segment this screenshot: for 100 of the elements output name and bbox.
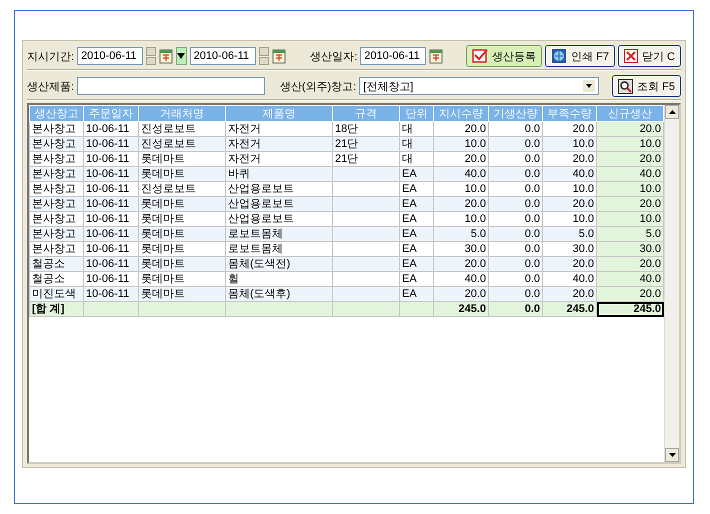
table-cell: 롯데마트 — [138, 166, 226, 182]
table-cell: 10.0 — [434, 212, 488, 226]
table-cell: 10.0 — [596, 182, 664, 196]
warehouse-dropdown[interactable]: [전체창고] — [359, 77, 600, 95]
table-cell: 철공소 — [30, 256, 84, 272]
table-cell — [332, 226, 400, 242]
table-cell: EA — [400, 166, 434, 182]
table-cell: 10-06-11 — [84, 182, 138, 196]
table-cell: 롯데마트 — [138, 272, 226, 286]
table-cell: 20.0 — [542, 286, 596, 302]
table-cell: 20.0 — [542, 152, 596, 166]
table-cell: 0.0 — [488, 272, 542, 286]
table-cell: 자전거 — [226, 122, 332, 136]
table-cell: 10-06-11 — [84, 256, 138, 272]
table-cell: EA — [400, 212, 434, 226]
table-cell: 롯데마트 — [138, 242, 226, 256]
table-cell: 몸체(도색전) — [226, 256, 332, 272]
date-field[interactable]: 2010-06-11 — [77, 47, 144, 65]
table-cell: 10.0 — [434, 136, 488, 152]
table-cell: 자전거 — [226, 136, 332, 152]
table-cell: 20.0 — [542, 196, 596, 212]
table-cell: EA — [400, 242, 434, 256]
search-button[interactable]: 조회 F5 — [612, 75, 681, 97]
total-cell: 245.0 — [434, 302, 488, 316]
table-cell — [332, 166, 400, 182]
table-cell: 본사창고 — [30, 152, 84, 166]
total-cell: 245.0 — [542, 302, 596, 316]
table-cell — [332, 256, 400, 272]
table-cell: 롯데마트 — [138, 196, 226, 212]
table-cell: 20.0 — [434, 122, 488, 136]
table-cell: 0.0 — [488, 136, 542, 152]
table-cell: 0.0 — [488, 152, 542, 166]
date-field[interactable]: 2010-06-11 — [360, 47, 426, 65]
table-cell: 20.0 — [434, 196, 488, 212]
table-cell: 0.0 — [488, 182, 542, 196]
column-header[interactable]: 기생산량 — [488, 106, 542, 122]
calendar-icon[interactable] — [159, 48, 174, 64]
warehouse-label: 생산(외주)창고: — [280, 80, 356, 94]
column-header[interactable]: 부족수량 — [542, 106, 596, 122]
table-cell: 10-06-11 — [84, 152, 138, 166]
table-cell: 산업용로보트 — [226, 212, 332, 226]
column-header[interactable]: 주문일자 — [84, 106, 138, 122]
table-cell: 진성로보트 — [138, 182, 226, 196]
table-cell — [332, 212, 400, 226]
total-cell: 245.0 — [596, 302, 664, 316]
table-cell: 롯데마트 — [138, 286, 226, 302]
scrollbar[interactable] — [664, 105, 679, 462]
calendar-icon[interactable] — [272, 48, 286, 64]
table-cell: 대 — [400, 152, 434, 166]
scroll-down-icon[interactable] — [668, 453, 676, 457]
table-cell — [332, 182, 400, 196]
table-cell: 40.0 — [434, 272, 488, 286]
table-cell: 10-06-11 — [84, 122, 138, 136]
date-field[interactable]: 2010-06-11 — [190, 47, 256, 65]
table-cell: EA — [400, 196, 434, 212]
table-cell: 진성로보트 — [138, 136, 226, 152]
register-button[interactable]: 생산등록 — [466, 45, 542, 67]
table-cell: EA — [400, 256, 434, 272]
table-cell: 진성로보트 — [138, 122, 226, 136]
table-cell: 자전거 — [226, 152, 332, 166]
table-cell: 20.0 — [596, 286, 664, 302]
table-cell: 20.0 — [434, 286, 488, 302]
scroll-up-icon[interactable] — [668, 110, 676, 114]
calendar-icon[interactable] — [429, 48, 444, 64]
table-cell: 10-06-11 — [84, 196, 138, 212]
table-cell: EA — [400, 286, 434, 302]
table-cell: 10.0 — [542, 212, 596, 226]
table-cell: 10-06-11 — [84, 212, 138, 226]
table-cell: 10-06-11 — [84, 286, 138, 302]
close-icon — [624, 49, 638, 63]
table-cell: 몸체(도색후) — [226, 286, 332, 302]
table-cell: 40.0 — [596, 272, 664, 286]
column-header[interactable]: 생산창고 — [30, 106, 84, 122]
table-cell — [332, 242, 400, 256]
checkmark-icon — [472, 49, 488, 63]
table-cell: 본사창고 — [30, 196, 84, 212]
close-button[interactable]: 닫기 C — [618, 45, 681, 67]
column-header[interactable]: 거래처명 — [138, 106, 226, 122]
table-cell: 0.0 — [488, 196, 542, 212]
table-cell: 20.0 — [596, 152, 664, 166]
column-header[interactable]: 규격 — [332, 106, 400, 122]
column-header[interactable]: 단위 — [400, 106, 434, 122]
table-cell: 0.0 — [488, 242, 542, 256]
column-header[interactable]: 지시수량 — [434, 106, 488, 122]
table-cell: 대 — [400, 136, 434, 152]
table-cell: 20.0 — [542, 256, 596, 272]
table-cell: 로보트몸체 — [226, 226, 332, 242]
column-header[interactable]: 신규생산 — [596, 106, 664, 122]
product-field[interactable] — [77, 77, 266, 95]
column-header[interactable]: 제품명 — [226, 106, 332, 122]
table-cell: 30.0 — [596, 242, 664, 256]
table-cell: 5.0 — [434, 226, 488, 242]
table-cell: 0.0 — [488, 212, 542, 226]
table-cell: EA — [400, 272, 434, 286]
table-cell: 20.0 — [434, 256, 488, 272]
print-button[interactable]: 인쇄 F7 — [545, 45, 615, 67]
table-cell — [332, 196, 400, 212]
table-cell: 21단 — [332, 136, 400, 152]
table-cell: EA — [400, 226, 434, 242]
table-cell: 40.0 — [596, 166, 664, 182]
